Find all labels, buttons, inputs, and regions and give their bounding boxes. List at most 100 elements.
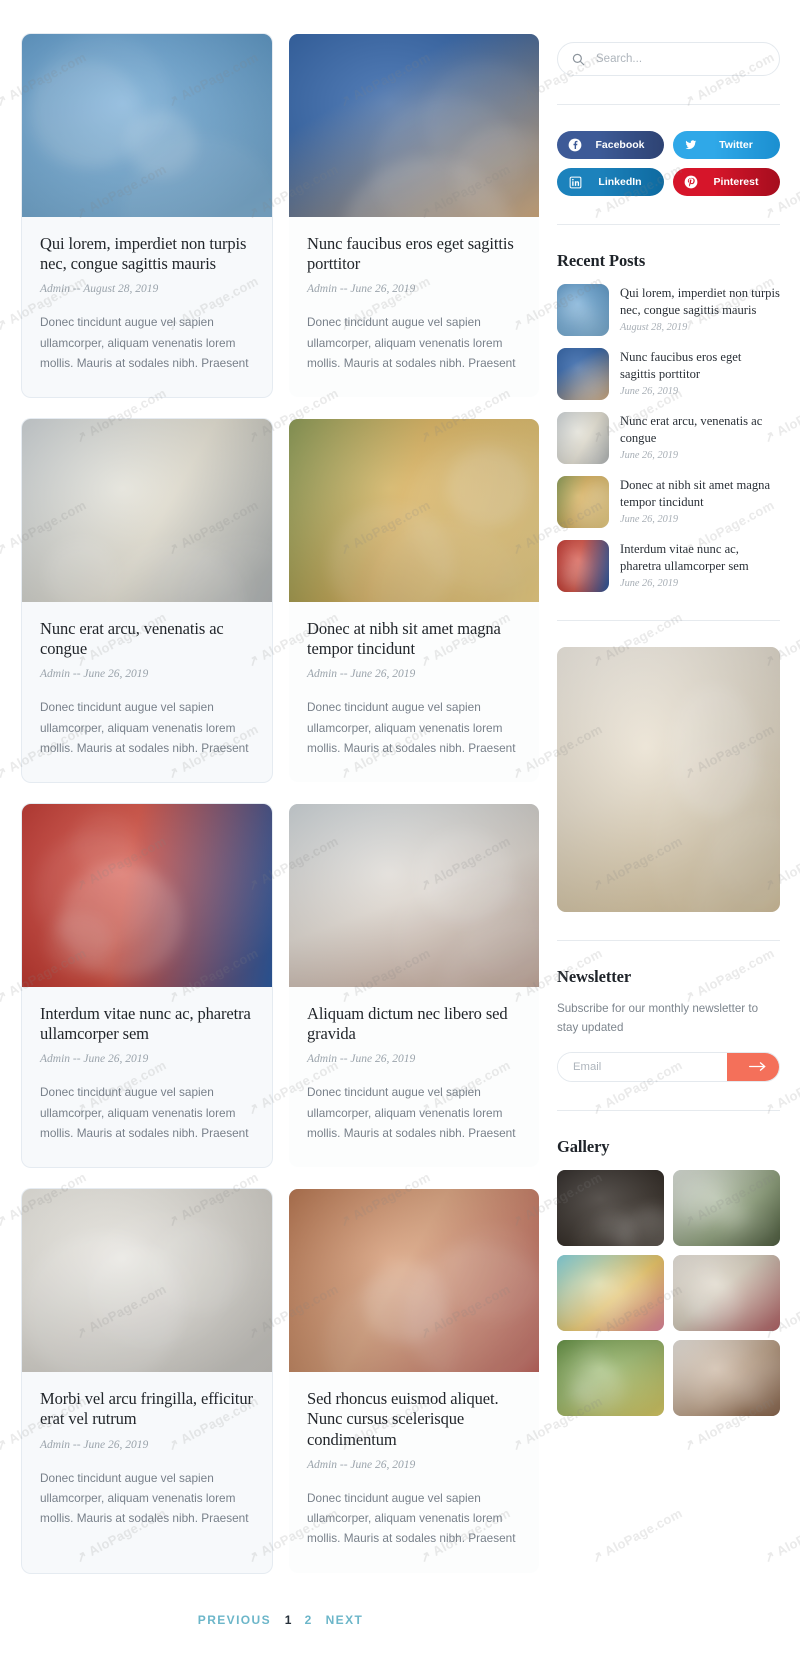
post-meta: Admin -- August 28, 2019 xyxy=(40,283,159,296)
post-card[interactable]: Interdum vitae nunc ac, pharetra ullamco… xyxy=(22,804,272,1168)
post-excerpt: Donec tincidunt augue vel sapien ullamco… xyxy=(307,1085,516,1140)
recent-post-item[interactable]: Nunc erat arcu, venenatis ac congue June … xyxy=(557,412,780,464)
pagination-previous[interactable]: PREVIOUS xyxy=(198,1613,271,1627)
post-title[interactable]: Nunc erat arcu, venenatis ac congue xyxy=(40,619,254,659)
social-button-twitter[interactable]: Twitter xyxy=(673,131,780,159)
arrow-right-icon xyxy=(749,1062,766,1071)
post-body: Nunc erat arcu, venenatis ac congue Admin… xyxy=(22,602,272,782)
post-card[interactable]: Donec at nibh sit amet magna tempor tinc… xyxy=(289,419,539,783)
post-thumbnail[interactable] xyxy=(22,34,272,217)
recent-post-thumbnail[interactable] xyxy=(557,476,609,528)
post-thumbnail[interactable] xyxy=(22,1189,272,1373)
pagination-page-2[interactable]: 2 xyxy=(305,1613,312,1627)
post-excerpt: Donec tincidunt augue vel sapien ullamco… xyxy=(40,315,249,370)
social-buttons: Facebook Twitter LinkedIn Pinterest xyxy=(557,131,780,196)
post-title[interactable]: Aliquam dictum nec libero sed gravida xyxy=(307,1004,521,1044)
post-body: Qui lorem, imperdiet non turpis nec, con… xyxy=(22,217,272,397)
recent-post-thumbnail[interactable] xyxy=(557,348,609,400)
post-excerpt: Donec tincidunt augue vel sapien ullamco… xyxy=(40,700,249,755)
newsletter-form xyxy=(557,1051,780,1082)
gallery-item[interactable] xyxy=(557,1169,664,1246)
post-thumbnail[interactable] xyxy=(289,804,539,988)
recent-post-item[interactable]: Nunc faucibus eros eget sagittis porttit… xyxy=(557,348,780,400)
post-meta: Admin -- June 26, 2019 xyxy=(40,668,149,681)
social-button-pinterest[interactable]: Pinterest xyxy=(673,168,780,196)
newsletter-submit-button[interactable] xyxy=(727,1052,779,1081)
pinterest-icon xyxy=(684,175,698,189)
search-input[interactable] xyxy=(596,53,765,65)
recent-post-date: June 26, 2019 xyxy=(620,578,679,590)
recent-post-title[interactable]: Qui lorem, imperdiet non turpis nec, con… xyxy=(620,285,780,318)
post-title[interactable]: Qui lorem, imperdiet non turpis nec, con… xyxy=(40,234,254,274)
pagination-next[interactable]: NEXT xyxy=(326,1613,364,1627)
gallery-grid xyxy=(557,1169,780,1416)
post-body: Aliquam dictum nec libero sed gravida Adm… xyxy=(289,987,539,1167)
post-title[interactable]: Morbi vel arcu fringilla, efficitur erat… xyxy=(40,1389,254,1429)
recent-post-thumbnail[interactable] xyxy=(557,284,609,336)
social-button-facebook[interactable]: Facebook xyxy=(557,131,664,159)
recent-posts-list: Qui lorem, imperdiet non turpis nec, con… xyxy=(557,284,780,592)
social-button-label: Facebook xyxy=(595,139,645,151)
post-excerpt: Donec tincidunt augue vel sapien ullamco… xyxy=(307,700,516,755)
post-thumbnail[interactable] xyxy=(289,34,539,217)
recent-post-title[interactable]: Interdum vitae nunc ac, pharetra ullamco… xyxy=(620,541,780,574)
post-body: Interdum vitae nunc ac, pharetra ullamco… xyxy=(22,987,272,1167)
newsletter-widget: Newsletter Subscribe for our monthly new… xyxy=(557,967,780,1082)
gallery-item[interactable] xyxy=(673,1169,780,1246)
facebook-icon xyxy=(568,138,582,152)
post-title[interactable]: Sed rhoncus euismod aliquet. Nunc cursus… xyxy=(307,1389,521,1449)
recent-post-title[interactable]: Donec at nibh sit amet magna tempor tinc… xyxy=(620,477,780,510)
recent-post-title[interactable]: Nunc faucibus eros eget sagittis porttit… xyxy=(620,349,780,382)
post-meta: Admin -- June 26, 2019 xyxy=(307,283,416,296)
gallery-item[interactable] xyxy=(673,1254,780,1331)
recent-post-thumbnail[interactable] xyxy=(557,540,609,592)
main-content: Qui lorem, imperdiet non turpis nec, con… xyxy=(22,34,539,1655)
gallery-item[interactable] xyxy=(673,1339,780,1416)
recent-post-date: June 26, 2019 xyxy=(620,450,679,462)
recent-post-text: Donec at nibh sit amet magna tempor tinc… xyxy=(620,476,780,528)
post-meta: Admin -- June 26, 2019 xyxy=(307,1458,416,1471)
gallery-item[interactable] xyxy=(557,1339,664,1416)
promo-image[interactable] xyxy=(557,647,780,912)
recent-post-item[interactable]: Donec at nibh sit amet magna tempor tinc… xyxy=(557,476,780,528)
post-title[interactable]: Interdum vitae nunc ac, pharetra ullamco… xyxy=(40,1004,254,1044)
recent-post-item[interactable]: Qui lorem, imperdiet non turpis nec, con… xyxy=(557,284,780,336)
gallery-widget: Gallery xyxy=(557,1137,780,1416)
post-card[interactable]: Nunc faucibus eros eget sagittis porttit… xyxy=(289,34,539,398)
post-title[interactable]: Nunc faucibus eros eget sagittis porttit… xyxy=(307,234,521,274)
social-button-label: Pinterest xyxy=(713,176,759,188)
recent-post-text: Nunc erat arcu, venenatis ac congue June … xyxy=(620,412,780,464)
recent-post-title[interactable]: Nunc erat arcu, venenatis ac congue xyxy=(620,413,780,446)
recent-post-item[interactable]: Interdum vitae nunc ac, pharetra ullamco… xyxy=(557,540,780,592)
post-thumbnail[interactable] xyxy=(22,419,272,603)
social-button-linkedin[interactable]: LinkedIn xyxy=(557,168,664,196)
recent-posts-title: Recent Posts xyxy=(557,251,646,270)
recent-post-date: June 26, 2019 xyxy=(620,514,679,526)
linkedin-icon xyxy=(568,175,582,189)
post-excerpt: Donec tincidunt augue vel sapien ullamco… xyxy=(40,1085,249,1140)
post-excerpt: Donec tincidunt augue vel sapien ullamco… xyxy=(307,315,516,370)
post-body: Morbi vel arcu fringilla, efficitur erat… xyxy=(22,1372,272,1552)
sidebar: Facebook Twitter LinkedIn Pinterest Recent … xyxy=(557,34,780,1655)
post-thumbnail[interactable] xyxy=(289,1189,539,1373)
post-card[interactable]: Aliquam dictum nec libero sed gravida Adm… xyxy=(289,804,539,1168)
gallery-item[interactable] xyxy=(557,1254,664,1331)
pagination-page-1[interactable]: 1 xyxy=(285,1613,292,1627)
promo-widget xyxy=(557,647,780,912)
post-card[interactable]: Nunc erat arcu, venenatis ac congue Admin… xyxy=(22,419,272,783)
recent-post-text: Qui lorem, imperdiet non turpis nec, con… xyxy=(620,284,780,336)
post-thumbnail[interactable] xyxy=(22,804,272,988)
post-card[interactable]: Qui lorem, imperdiet non turpis nec, con… xyxy=(22,34,272,398)
post-title[interactable]: Donec at nibh sit amet magna tempor tinc… xyxy=(307,619,521,659)
divider xyxy=(557,620,780,621)
post-excerpt: Donec tincidunt augue vel sapien ullamco… xyxy=(307,1490,516,1546)
post-meta: Admin -- June 26, 2019 xyxy=(40,1438,149,1451)
recent-post-thumbnail[interactable] xyxy=(557,412,609,464)
post-card[interactable]: Sed rhoncus euismod aliquet. Nunc cursus… xyxy=(289,1189,539,1573)
search-box[interactable] xyxy=(557,42,780,76)
recent-post-date: June 26, 2019 xyxy=(620,386,679,398)
post-card[interactable]: Morbi vel arcu fringilla, efficitur erat… xyxy=(22,1189,272,1573)
email-field[interactable] xyxy=(558,1052,727,1081)
post-thumbnail[interactable] xyxy=(289,419,539,603)
divider xyxy=(557,1109,780,1111)
